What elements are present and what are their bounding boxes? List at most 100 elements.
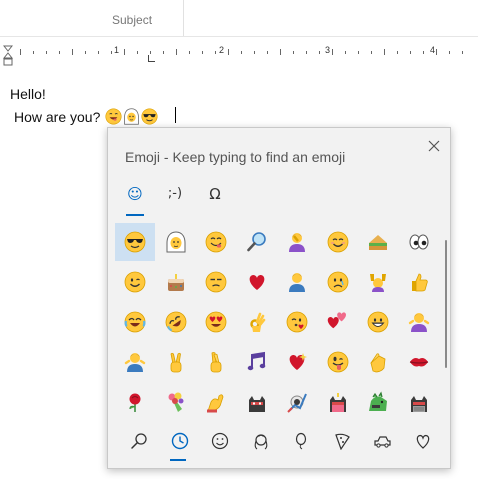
- emoji-cell[interactable]: [318, 303, 358, 341]
- emoji-cell[interactable]: [358, 343, 398, 381]
- emoji-cell[interactable]: [399, 263, 439, 301]
- emoji-cell[interactable]: [196, 303, 236, 341]
- emoji-cell[interactable]: [399, 223, 439, 261]
- ruler-tick: [46, 51, 47, 54]
- emoji-cell[interactable]: [358, 263, 398, 301]
- emoji-cell[interactable]: [399, 343, 439, 381]
- smiling-face-with-sunglasses-icon: [141, 108, 158, 125]
- emoji-cell[interactable]: [277, 263, 317, 301]
- emoji-cell[interactable]: [196, 343, 236, 381]
- person-facepalming-icon: [289, 233, 305, 252]
- emoji-cell[interactable]: [277, 303, 317, 341]
- emoji-cell[interactable]: [237, 303, 277, 341]
- emoji-cell[interactable]: [196, 383, 236, 421]
- face-blowing-kiss-icon: [286, 311, 308, 333]
- emoji-cell[interactable]: [277, 383, 317, 421]
- close-icon[interactable]: [426, 138, 442, 154]
- tab-symbols[interactable]: Ω: [199, 183, 231, 213]
- emoji-cell[interactable]: [237, 263, 277, 301]
- text-cursor: [175, 107, 176, 123]
- ok-hand-icon: [249, 312, 265, 332]
- ruler-tick: [124, 49, 125, 55]
- emoji-grid: [115, 223, 441, 429]
- emoji-cell[interactable]: [358, 223, 398, 261]
- active-tab-indicator: [126, 214, 144, 216]
- dinosaur-cat-icon: [369, 391, 387, 411]
- rolling-on-floor-laughing-icon: [165, 311, 186, 333]
- ruler-tick: [163, 51, 164, 54]
- category-recent-clock[interactable]: [166, 428, 194, 462]
- grinning-face-icon: [105, 108, 122, 125]
- ruler-tick: [111, 51, 112, 54]
- category-smiley-outline[interactable]: [206, 428, 234, 462]
- emoji-cell[interactable]: [196, 263, 236, 301]
- category-search[interactable]: [125, 428, 153, 462]
- sparkling-heart-icon: [289, 353, 307, 370]
- emoji-cell[interactable]: [399, 303, 439, 341]
- emoji-cell[interactable]: [115, 303, 155, 341]
- ruler-tick: [293, 51, 294, 54]
- ruler-tick: [72, 49, 73, 55]
- emoji-cell[interactable]: [156, 223, 196, 261]
- emoji-panel: Emoji - Keep typing to find an emoji ☺ ;…: [107, 127, 451, 469]
- ruler-tick: [449, 51, 450, 54]
- emoji-cell[interactable]: [358, 303, 398, 341]
- winking-face-icon: [124, 271, 146, 293]
- category-balloon[interactable]: [287, 428, 315, 462]
- emoji-grid-scrollbar[interactable]: [445, 240, 447, 368]
- eyes-icon: [409, 234, 428, 250]
- emoji-cell[interactable]: [277, 223, 317, 261]
- sad-face-icon: [327, 271, 348, 293]
- emoji-cell[interactable]: [115, 263, 155, 301]
- emoji-cell[interactable]: [156, 343, 196, 381]
- document-line-1[interactable]: Hello!: [10, 86, 46, 102]
- two-hearts-icon: [327, 312, 346, 329]
- indent-marker-icon[interactable]: [3, 45, 13, 67]
- ruler-tick: [33, 51, 34, 54]
- tab-stop-icon[interactable]: [148, 55, 155, 62]
- musical-notes-icon: [247, 351, 265, 371]
- emoji-cell[interactable]: [318, 343, 358, 381]
- ruler-tick: [241, 51, 242, 54]
- emoji-cell[interactable]: [318, 383, 358, 421]
- ruler[interactable]: 1 2 3 4: [0, 43, 478, 63]
- category-car[interactable]: [368, 428, 396, 462]
- emoji-cell[interactable]: [156, 263, 196, 301]
- smiley-outline-icon: [211, 432, 229, 450]
- ninja-cat-icon: [248, 396, 265, 412]
- emoji-cell[interactable]: [115, 223, 155, 261]
- category-pizza-slice[interactable]: [328, 428, 356, 462]
- smiling-face-with-smiling-eyes-icon: [327, 231, 348, 253]
- tab-kaomoji[interactable]: ;-): [159, 183, 191, 213]
- emoji-cell[interactable]: [156, 383, 196, 421]
- winking-face-with-tongue-icon: [327, 351, 348, 373]
- ruler-tick: [306, 51, 307, 54]
- person-outline-icon: [254, 434, 267, 450]
- smiley-icon: ☺: [127, 185, 143, 203]
- emoji-cell[interactable]: [115, 383, 155, 421]
- emoji-cell[interactable]: [237, 223, 277, 261]
- emoji-cell[interactable]: [399, 383, 439, 421]
- emoji-cell[interactable]: [277, 343, 317, 381]
- emoji-cell[interactable]: [358, 383, 398, 421]
- woman-with-headscarf-icon: [166, 231, 185, 253]
- emoji-cell[interactable]: [156, 303, 196, 341]
- ruler-tick: [228, 49, 229, 55]
- ruler-tick: [371, 51, 372, 54]
- emoji-cell[interactable]: [237, 383, 277, 421]
- category-person-outline[interactable]: [247, 428, 275, 462]
- document-line-2[interactable]: How are you?: [14, 108, 158, 125]
- woman-with-headscarf-icon: [124, 108, 140, 125]
- ruler-tick: [423, 51, 424, 54]
- emoji-cell[interactable]: [115, 343, 155, 381]
- emoji-cell[interactable]: [318, 263, 358, 301]
- emoji-cell[interactable]: [196, 223, 236, 261]
- tab-emoji[interactable]: ☺: [119, 183, 151, 213]
- emoji-cell[interactable]: [237, 343, 277, 381]
- active-category-indicator: [170, 459, 186, 461]
- category-heart-outline[interactable]: [409, 428, 437, 462]
- face-with-tears-of-joy-icon: [124, 311, 146, 333]
- emoji-cell[interactable]: [318, 223, 358, 261]
- bouquet-icon: [168, 392, 183, 412]
- ruler-number: 2: [219, 45, 225, 55]
